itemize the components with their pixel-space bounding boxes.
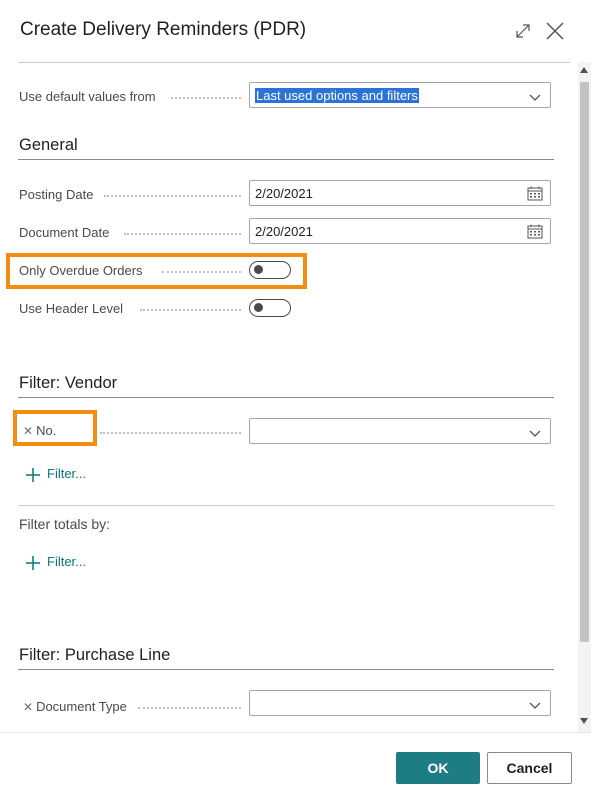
leader-dots bbox=[100, 432, 241, 435]
default-values-select[interactable]: Last used options and filters bbox=[249, 82, 551, 108]
highlight-box-vendor-no bbox=[13, 410, 97, 446]
document-date-value: 2/20/2021 bbox=[255, 224, 313, 239]
scroll-down-arrow-icon[interactable] bbox=[580, 718, 588, 724]
section-general-heading: General bbox=[19, 136, 78, 154]
chevron-down-icon bbox=[529, 90, 541, 105]
plus-icon bbox=[25, 467, 41, 483]
leader-dots bbox=[104, 195, 241, 198]
posting-date-value: 2/20/2021 bbox=[255, 186, 313, 201]
section-divider bbox=[18, 397, 554, 398]
calendar-icon[interactable] bbox=[527, 224, 543, 242]
default-values-selected-text: Last used options and filters bbox=[255, 88, 419, 103]
filter-totals-label: Filter totals by: bbox=[19, 516, 111, 532]
vendor-no-select[interactable] bbox=[249, 418, 551, 444]
document-type-label-text: Document Type bbox=[36, 699, 127, 714]
section-filter-purchase-line-heading: Filter: Purchase Line bbox=[19, 646, 171, 664]
document-date-field[interactable]: 2/20/2021 bbox=[249, 218, 551, 244]
default-values-label: Use default values from bbox=[19, 89, 156, 104]
section-filter-vendor-heading: Filter: Vendor bbox=[19, 374, 118, 392]
chevron-down-icon bbox=[529, 426, 541, 441]
section-divider bbox=[18, 159, 554, 160]
section-divider bbox=[18, 505, 554, 506]
section-divider bbox=[18, 669, 554, 670]
create-delivery-reminders-dialog: Create Delivery Reminders (PDR) Use defa… bbox=[0, 0, 591, 804]
dialog-content: Use default values from Last used option… bbox=[0, 62, 578, 732]
use-header-level-toggle[interactable] bbox=[249, 299, 291, 317]
footer-divider bbox=[0, 732, 591, 733]
scrollbar[interactable] bbox=[578, 62, 591, 732]
highlight-box-overdue bbox=[6, 253, 307, 289]
vendor-add-filter-text: Filter... bbox=[47, 466, 87, 481]
document-type-filter-label[interactable]: ✕ Document Type bbox=[23, 699, 127, 714]
cancel-button[interactable]: Cancel bbox=[487, 752, 572, 784]
totals-add-filter-link[interactable]: Filter... bbox=[25, 554, 86, 571]
scrollbar-thumb[interactable] bbox=[580, 82, 589, 642]
close-icon[interactable] bbox=[544, 20, 566, 42]
dialog-title: Create Delivery Reminders (PDR) bbox=[20, 19, 307, 40]
leader-dots bbox=[138, 707, 241, 710]
leader-dots bbox=[171, 97, 241, 100]
document-type-select[interactable] bbox=[249, 690, 551, 716]
posting-date-label: Posting Date bbox=[19, 187, 94, 202]
ok-button[interactable]: OK bbox=[396, 752, 480, 784]
leader-dots bbox=[124, 233, 241, 236]
use-header-level-label: Use Header Level bbox=[19, 301, 124, 316]
content-top-divider bbox=[18, 62, 570, 63]
document-date-label: Document Date bbox=[19, 225, 110, 240]
vendor-add-filter-link[interactable]: Filter... bbox=[25, 466, 86, 483]
calendar-icon[interactable] bbox=[527, 186, 543, 204]
toggle-knob bbox=[254, 303, 263, 312]
remove-filter-icon[interactable]: ✕ bbox=[23, 700, 33, 714]
totals-add-filter-text: Filter... bbox=[47, 554, 87, 569]
chevron-down-icon bbox=[529, 698, 541, 713]
scroll-up-arrow-icon[interactable] bbox=[580, 67, 588, 73]
leader-dots bbox=[140, 309, 241, 312]
posting-date-field[interactable]: 2/20/2021 bbox=[249, 180, 551, 206]
expand-icon[interactable] bbox=[512, 20, 534, 42]
plus-icon bbox=[25, 555, 41, 571]
